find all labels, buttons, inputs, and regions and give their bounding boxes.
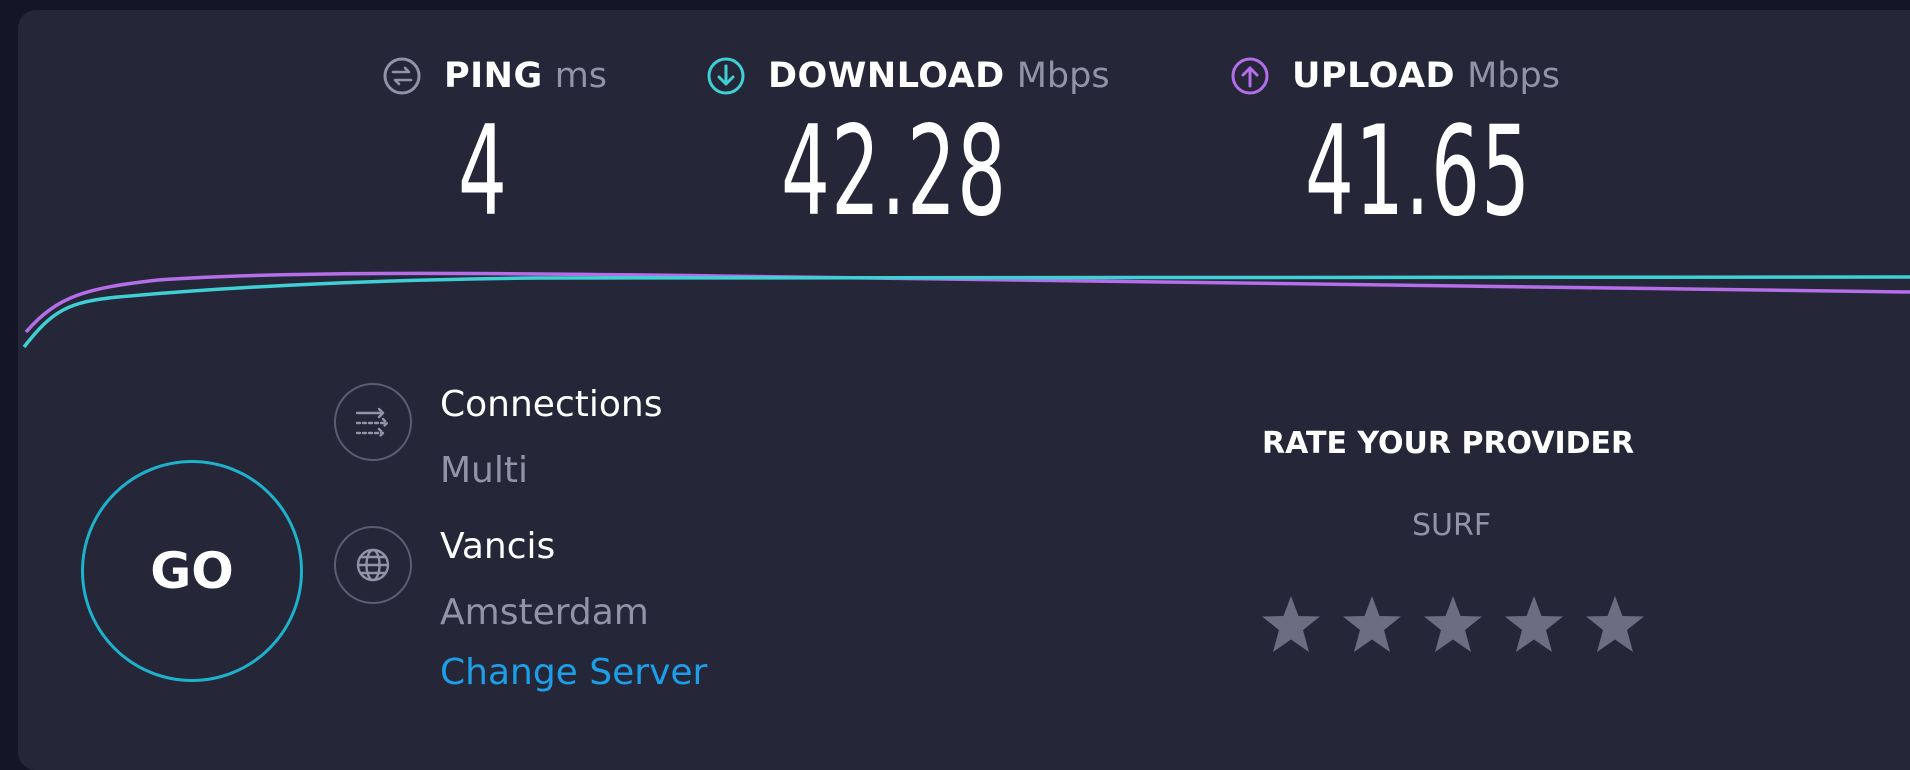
ping-metric: PING ms xyxy=(382,50,607,102)
connections-icon xyxy=(334,383,412,461)
go-button-label: GO xyxy=(150,542,234,600)
download-value: 42.28 xyxy=(781,100,1008,244)
star-icon-2[interactable] xyxy=(1341,594,1403,656)
server-name: Vancis xyxy=(440,526,556,567)
download-arrow-icon xyxy=(707,57,745,95)
download-metric: DOWNLOAD Mbps xyxy=(706,50,1110,102)
rate-provider-title: RATE YOUR PROVIDER xyxy=(1262,426,1635,461)
ping-unit: ms xyxy=(554,56,608,96)
upload-metric: UPLOAD Mbps xyxy=(1230,50,1560,102)
change-server-link[interactable]: Change Server xyxy=(440,652,707,693)
connections-title: Connections xyxy=(440,384,663,425)
star-icon-5[interactable] xyxy=(1584,594,1646,656)
provider-name: SURF xyxy=(1412,508,1492,543)
upload-graph-line xyxy=(24,271,1910,334)
star-rating xyxy=(1260,594,1646,656)
server-location: Amsterdam xyxy=(440,592,649,633)
star-icon-1[interactable] xyxy=(1260,594,1322,656)
ping-icon xyxy=(383,57,421,95)
upload-unit: Mbps xyxy=(1467,56,1560,96)
ping-value: 4 xyxy=(458,100,509,244)
upload-value: 41.65 xyxy=(1305,100,1532,244)
speedtest-panel: PING ms 4 DOWNLOAD Mbps 42.28 UPLOAD Mbp… xyxy=(18,10,1910,770)
download-label: DOWNLOAD xyxy=(768,56,1005,96)
download-unit: Mbps xyxy=(1016,56,1110,96)
upload-arrow-icon xyxy=(1231,57,1269,95)
connections-value: Multi xyxy=(440,450,528,491)
star-icon-4[interactable] xyxy=(1503,594,1565,656)
globe-icon xyxy=(334,526,412,604)
speed-graph xyxy=(22,271,1910,349)
star-icon-3[interactable] xyxy=(1422,594,1484,656)
go-button[interactable]: GO xyxy=(81,460,303,682)
ping-label: PING xyxy=(444,56,543,96)
upload-label: UPLOAD xyxy=(1292,56,1456,96)
